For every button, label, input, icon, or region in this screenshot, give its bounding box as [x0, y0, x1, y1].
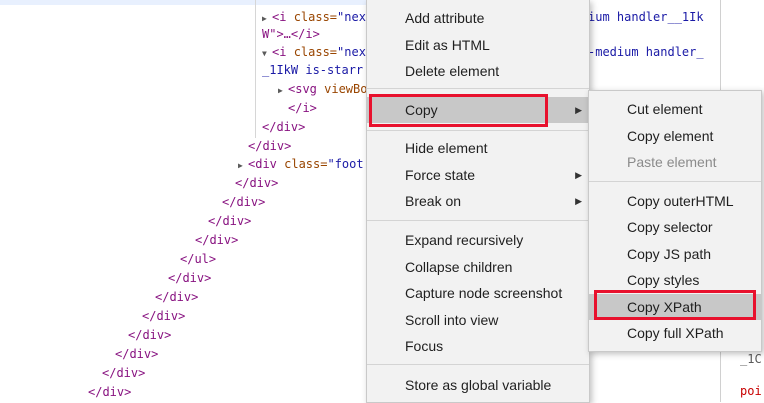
dom-close-div: </div> [168, 271, 212, 285]
dom-close-div: </div> [142, 309, 186, 323]
submenu-arrow-icon: ▶ [575, 196, 582, 206]
menu-item-capture-node-screenshot[interactable]: Capture node screenshot [367, 280, 589, 306]
menu-item-copy-label: Copy [405, 102, 438, 118]
dom-close-div: </div> [262, 120, 306, 134]
dom-close-div: </div> [248, 139, 292, 153]
menu-item-copy-styles[interactable]: Copy styles [589, 267, 761, 293]
menu-separator [367, 130, 589, 131]
menu-separator [367, 88, 589, 89]
menu-item-scroll-into-view[interactable]: Scroll into view [367, 307, 589, 333]
indent-guide [255, 0, 256, 138]
menu-item-paste-element[interactable]: Paste element [589, 149, 761, 175]
dom-node-i-class-cont: _1IkW is-starr [262, 63, 364, 77]
menu-item-force-state-label: Force state [405, 167, 476, 183]
dom-node-i-content: W">…</i> [262, 27, 320, 41]
dom-close-i: </i> [288, 101, 317, 115]
styles-fragment: poi [740, 384, 762, 398]
menu-item-copy-outerhtml[interactable]: Copy outerHTML [589, 188, 761, 214]
menu-separator [367, 220, 589, 221]
context-menu: Add attribute Edit as HTML Delete elemen… [366, 0, 590, 403]
submenu-arrow-icon: ▶ [575, 105, 582, 115]
menu-item-copy[interactable]: Copy ▶ [367, 97, 589, 123]
menu-item-edit-as-html[interactable]: Edit as HTML [367, 32, 589, 58]
dom-close-div: </div> [128, 328, 172, 342]
dom-close-ul: </ul> [180, 252, 217, 266]
dom-node-svg[interactable]: ▶ <svg viewBo [278, 80, 367, 99]
menu-item-focus[interactable]: Focus [367, 333, 589, 359]
expand-triangle-icon[interactable]: ▶ [238, 156, 245, 175]
menu-item-copy-xpath[interactable]: Copy XPath [589, 294, 761, 320]
menu-item-copy-js-path[interactable]: Copy JS path [589, 241, 761, 267]
menu-item-break-on[interactable]: Break on ▶ [367, 188, 589, 214]
dom-node-footer[interactable]: ▶ <div class="foot [238, 155, 364, 174]
menu-item-add-attribute[interactable]: Add attribute [367, 5, 589, 31]
menu-item-store-as-global-variable[interactable]: Store as global variable [367, 372, 589, 398]
menu-item-copy-full-xpath[interactable]: Copy full XPath [589, 320, 761, 346]
menu-separator [589, 181, 761, 182]
dom-close-div: </div> [235, 176, 279, 190]
submenu-arrow-icon: ▶ [575, 170, 582, 180]
dom-close-div: </div> [88, 385, 132, 399]
menu-item-collapse-children[interactable]: Collapse children [367, 254, 589, 280]
menu-item-cut-element[interactable]: Cut element [589, 96, 761, 122]
dom-close-div: </div> [115, 347, 159, 361]
dom-node-i-expanded[interactable]: ▼ <i class="nex [262, 43, 366, 62]
dom-close-div: </div> [208, 214, 252, 228]
selected-row-strip [0, 0, 370, 5]
dom-close-div: </div> [102, 366, 146, 380]
dom-node-class-tail: ium handler__1Ik [588, 10, 704, 24]
dom-node-class-tail: -medium handler_ [588, 45, 704, 59]
expand-triangle-icon[interactable]: ▶ [278, 81, 285, 100]
dom-close-div: </div> [222, 195, 266, 209]
menu-item-copy-selector[interactable]: Copy selector [589, 214, 761, 240]
menu-separator [367, 364, 589, 365]
copy-submenu: Cut element Copy element Paste element C… [588, 90, 762, 352]
menu-item-force-state[interactable]: Force state ▶ [367, 162, 589, 188]
menu-item-expand-recursively[interactable]: Expand recursively [367, 227, 589, 253]
dom-close-div: </div> [195, 233, 239, 247]
dom-close-div: </div> [155, 290, 199, 304]
menu-item-delete-element[interactable]: Delete element [367, 58, 589, 84]
styles-fragment: _1C [740, 352, 762, 366]
menu-item-hide-element[interactable]: Hide element [367, 135, 589, 161]
menu-item-break-on-label: Break on [405, 193, 462, 209]
menu-item-copy-element[interactable]: Copy element [589, 123, 761, 149]
